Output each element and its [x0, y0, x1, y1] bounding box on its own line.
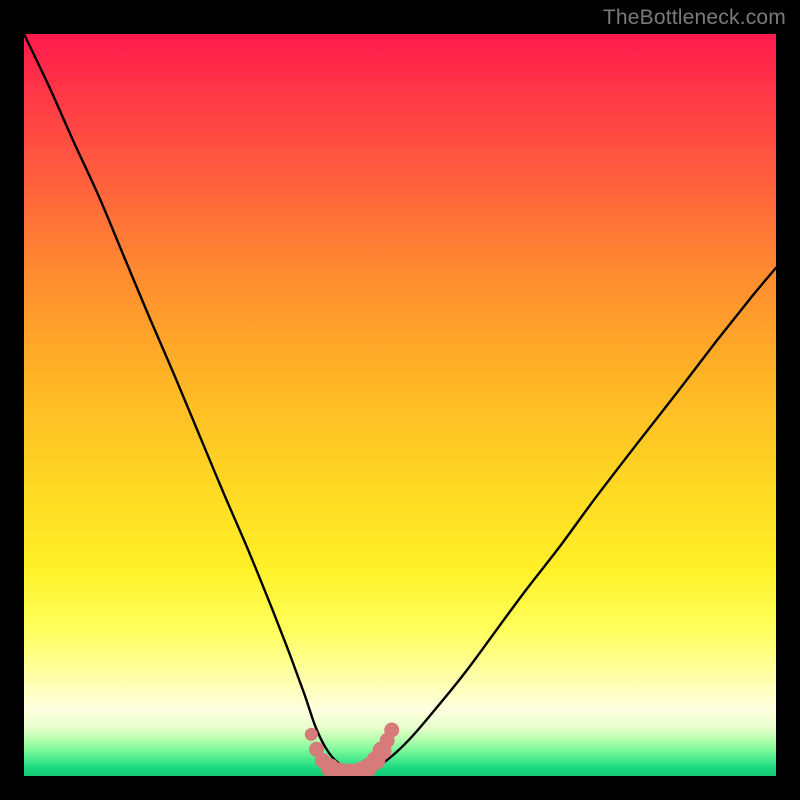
highlight-dot: [305, 728, 318, 741]
chart-frame: TheBottleneck.com: [0, 0, 800, 800]
plot-area: [24, 34, 776, 776]
highlight-dot: [384, 723, 399, 738]
bottleneck-curve-path: [24, 34, 776, 771]
watermark-text: TheBottleneck.com: [603, 6, 786, 30]
highlight-bottom-dots: [305, 723, 399, 777]
chart-svg: [24, 34, 776, 776]
